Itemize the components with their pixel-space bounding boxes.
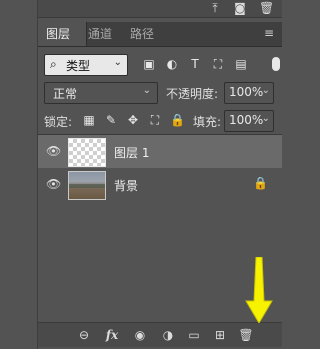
new-group-icon[interactable]: ▭ <box>186 327 202 343</box>
filter-type-label: 类型 <box>66 59 91 73</box>
layer-row[interactable]: 👁 背景 🔒 <box>38 168 282 201</box>
fill-value: 100% <box>229 113 264 127</box>
blend-row: 正常 ⌄ 不透明度: 100% ⌄ <box>44 82 280 104</box>
lock-row: 锁定: ▦ ✎ ✥ ⛶ 🔒 填充: 100% ⌄ <box>44 110 280 132</box>
lock-all-icon[interactable]: 🔒 <box>170 113 185 127</box>
layer-row[interactable]: 👁 图层 1 <box>38 135 282 168</box>
fx-icon[interactable]: fx <box>104 327 120 343</box>
lock-artboard-icon[interactable]: ⛶ <box>148 113 162 127</box>
opacity-label: 不透明度: <box>166 87 219 101</box>
layer-thumbnail <box>68 138 106 167</box>
shape-filter-icon[interactable]: ⛶ <box>211 57 225 71</box>
top-toolbar: ⤒ ◙ 🗑 <box>38 0 282 18</box>
trash-icon[interactable]: 🗑 <box>259 1 274 15</box>
layer-name: 背景 <box>114 179 139 193</box>
link-layers-icon[interactable]: ⊖ <box>76 327 92 343</box>
tab-channels[interactable]: 通道 <box>80 22 120 46</box>
text-filter-icon[interactable]: T <box>188 57 202 71</box>
annotation-arrow <box>245 257 273 323</box>
left-panel-strip <box>0 0 38 349</box>
opacity-value: 100% <box>229 85 264 99</box>
blend-mode-select[interactable]: 正常 ⌄ <box>44 82 158 104</box>
eye-icon[interactable]: 👁 <box>46 178 62 190</box>
image-filter-icon[interactable]: ▣ <box>142 57 156 71</box>
layer-thumbnail <box>68 171 106 200</box>
move-icon[interactable]: ⤒ <box>208 1 222 15</box>
delete-layer-icon[interactable]: 🗑 <box>238 327 254 343</box>
new-layer-icon[interactable]: ⊞ <box>212 327 228 343</box>
fill-label: 填充: <box>193 115 222 129</box>
layers-panel: ⤒ ◙ 🗑 图层 通道 路径 ≡ ⌕ 类型 ⌄ ▣ ◐ T ⛶ ▤ 正常 ⌄ 不… <box>38 0 282 349</box>
chevron-down-icon: ⌄ <box>261 113 270 124</box>
panel-tabs: 图层 通道 路径 ≡ <box>38 22 282 47</box>
filter-row: ⌕ 类型 ⌄ ▣ ◐ T ⛶ ▤ <box>44 54 280 76</box>
search-icon: ⌕ <box>50 57 57 71</box>
adjustment-filter-icon[interactable]: ◐ <box>165 57 179 71</box>
lock-transparent-icon[interactable]: ▦ <box>82 113 96 127</box>
layer-name: 图层 1 <box>114 146 150 160</box>
layers-bottom-bar: ⊖ fx ◉ ◑ ▭ ⊞ 🗑 <box>38 322 282 347</box>
layer-mask-icon[interactable]: ◉ <box>132 327 148 343</box>
chevron-down-icon: ⌄ <box>142 85 151 96</box>
tab-paths[interactable]: 路径 <box>122 22 162 46</box>
lock-icon: 🔒 <box>253 176 268 190</box>
lock-label: 锁定: <box>44 115 73 129</box>
opacity-input[interactable]: 100% ⌄ <box>224 82 274 104</box>
adjustment-layer-icon[interactable]: ◑ <box>160 327 176 343</box>
eye-icon[interactable]: 👁 <box>46 145 62 157</box>
filter-toggle[interactable] <box>272 57 280 71</box>
panel-menu-icon[interactable]: ≡ <box>264 27 276 39</box>
lock-brush-icon[interactable]: ✎ <box>104 113 118 127</box>
chevron-down-icon: ⌄ <box>261 85 270 96</box>
chevron-down-icon: ⌄ <box>113 57 122 68</box>
blend-mode-value: 正常 <box>53 87 78 101</box>
fill-input[interactable]: 100% ⌄ <box>224 110 274 132</box>
smart-object-filter-icon[interactable]: ▤ <box>234 57 248 71</box>
camera-icon[interactable]: ◙ <box>233 1 247 15</box>
lock-move-icon[interactable]: ✥ <box>126 113 140 127</box>
filter-type-select[interactable]: ⌕ 类型 ⌄ <box>44 54 128 76</box>
